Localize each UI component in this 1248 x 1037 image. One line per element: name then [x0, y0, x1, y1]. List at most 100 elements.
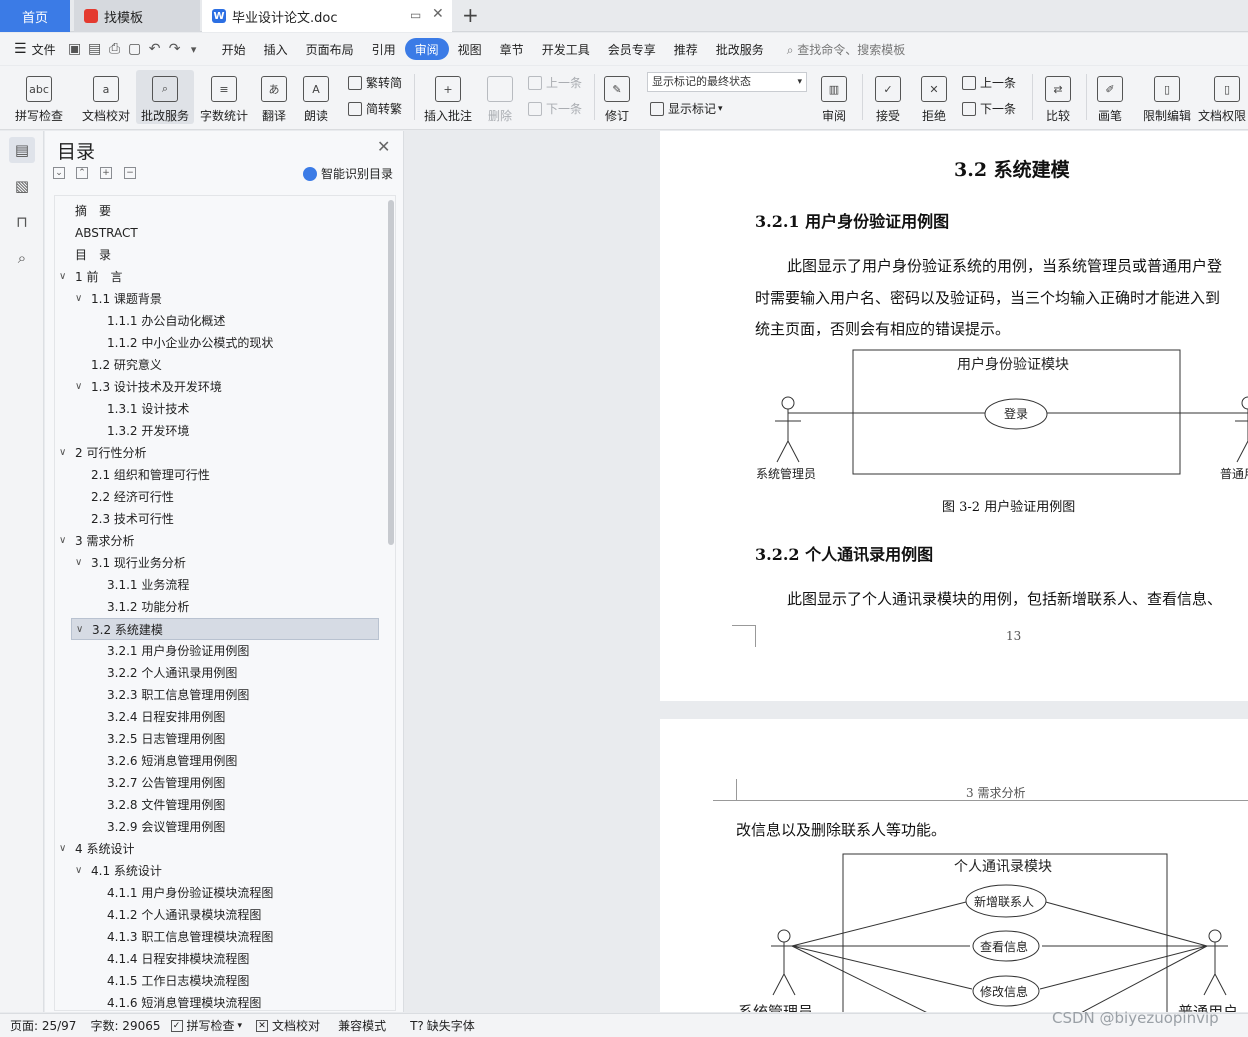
- preview-icon[interactable]: ▢: [125, 41, 145, 57]
- menu-item[interactable]: 审阅: [404, 38, 449, 60]
- toc-item[interactable]: 3.1.1 业务流程: [107, 574, 189, 596]
- menu-item[interactable]: 推荐: [665, 38, 707, 60]
- toc-panel-icon[interactable]: ▤: [9, 137, 35, 163]
- toc-item[interactable]: 1.3.2 开发环境: [107, 420, 189, 442]
- spell-check-toggle[interactable]: ✓ 拼写检查 ▾: [170, 1017, 242, 1034]
- toc-item[interactable]: 3.2.1 用户身份验证用例图: [107, 640, 249, 662]
- toc-item[interactable]: 4.1.6 短消息管理模块流程图: [107, 992, 261, 1012]
- toc-item[interactable]: 1.1.1 办公自动化概述: [107, 310, 225, 332]
- toc-item[interactable]: ∨ 3.2 系统建模: [71, 618, 379, 640]
- trad-to-simp-button[interactable]: 繁转简: [348, 74, 402, 91]
- search-icon[interactable]: ⌕: [9, 245, 35, 271]
- toc-item[interactable]: 4.1.4 日程安排模块流程图: [107, 948, 249, 970]
- toc-item[interactable]: 3.2.5 日志管理用例图: [107, 728, 225, 750]
- next-comment-button[interactable]: 下一条: [528, 100, 582, 117]
- next-change-button[interactable]: 下一条: [962, 100, 1016, 117]
- delete-comment-button[interactable]: 删除: [480, 70, 520, 124]
- page-indicator[interactable]: 页面: 25/97: [10, 1017, 76, 1034]
- chevron-down-icon[interactable]: ∨: [75, 288, 82, 310]
- toc-item[interactable]: 1.2 研究意义: [91, 354, 162, 376]
- quick-access-more-icon[interactable]: ▾: [185, 43, 203, 56]
- toc-item[interactable]: 4.1.5 工作日志模块流程图: [107, 970, 249, 992]
- restrict-edit-button[interactable]: ▯ 限制编辑: [1138, 70, 1196, 124]
- toc-item[interactable]: ∨ 4.1 系统设计: [75, 860, 162, 882]
- menu-item[interactable]: 视图: [449, 38, 491, 60]
- menu-item[interactable]: 批改服务: [707, 38, 773, 60]
- translate-button[interactable]: あ翻译: [256, 70, 292, 124]
- reject-button[interactable]: ✕ 拒绝: [914, 70, 954, 124]
- toc-item[interactable]: 4.1.1 用户身份验证模块流程图: [107, 882, 273, 904]
- menu-item[interactable]: 会员专享: [599, 38, 665, 60]
- word-count-indicator[interactable]: 字数: 29065: [90, 1017, 160, 1034]
- toc-item[interactable]: 4.1.3 职工信息管理模块流程图: [107, 926, 273, 948]
- menu-item[interactable]: 插入: [255, 38, 297, 60]
- chevron-down-icon[interactable]: ∨: [76, 619, 83, 641]
- review-pane-button[interactable]: ▥ 审阅: [814, 70, 854, 124]
- pin-icon[interactable]: ▭: [410, 8, 421, 22]
- toc-item[interactable]: 3.2.9 会议管理用例图: [107, 816, 225, 838]
- missing-font-button[interactable]: T? 缺失字体: [410, 1017, 475, 1034]
- smart-toc-button[interactable]: 智能识别目录: [303, 165, 393, 182]
- toc-item[interactable]: ABSTRACT: [75, 222, 138, 244]
- toc-item[interactable]: 1.3.1 设计技术: [107, 398, 189, 420]
- toc-item[interactable]: 3.2.2 个人通讯录用例图: [107, 662, 237, 684]
- doc-proof-status[interactable]: ✕ 文档校对: [256, 1017, 320, 1034]
- toc-item[interactable]: ∨ 2 可行性分析: [59, 442, 146, 464]
- track-changes-button[interactable]: ✎ 修订: [600, 70, 634, 124]
- pen-button[interactable]: ✐ 画笔: [1092, 70, 1128, 124]
- toc-item[interactable]: 3.2.8 文件管理用例图: [107, 794, 225, 816]
- chevron-down-icon[interactable]: ∨: [59, 442, 66, 464]
- chevron-down-icon[interactable]: ∨: [75, 552, 82, 574]
- toc-item[interactable]: 3.2.6 短消息管理用例图: [107, 750, 237, 772]
- toc-item[interactable]: 4.1.2 个人通讯录模块流程图: [107, 904, 261, 926]
- toc-item[interactable]: 摘 要: [75, 200, 111, 222]
- toc-item[interactable]: 2.3 技术可行性: [91, 508, 174, 530]
- expand-up-icon[interactable]: ⌃: [76, 167, 88, 179]
- undo-icon[interactable]: ↶: [145, 41, 165, 57]
- compare-button[interactable]: ⇄ 比较: [1038, 70, 1078, 124]
- toc-item[interactable]: 3.1.2 功能分析: [107, 596, 189, 618]
- collapse-all-icon[interactable]: ⌄: [53, 167, 65, 179]
- remove-heading-icon[interactable]: −: [124, 167, 136, 179]
- toc-item[interactable]: ∨ 4 系统设计: [59, 838, 134, 860]
- insert-comment-button[interactable]: + 插入批注: [420, 70, 476, 124]
- export-icon[interactable]: ▤: [85, 41, 105, 57]
- command-search[interactable]: ⌕ 查找命令、搜索模板: [787, 41, 906, 58]
- add-heading-icon[interactable]: +: [100, 167, 112, 179]
- doc-permission-button[interactable]: ▯ 文档权限: [1198, 70, 1248, 124]
- chapter-nav-icon[interactable]: ▧: [9, 173, 35, 199]
- toc-item[interactable]: 1.1.2 中小企业办公模式的现状: [107, 332, 273, 354]
- accept-button[interactable]: ✓ 接受: [868, 70, 908, 124]
- review-service-button[interactable]: ⌕ 批改服务: [136, 70, 194, 124]
- chevron-down-icon[interactable]: ∨: [59, 266, 66, 288]
- toc-item[interactable]: 2.1 组织和管理可行性: [91, 464, 210, 486]
- document-page[interactable]: 3.2 系统建模 3.2.1 用户身份验证用例图 此图显示了用户身份验证系统的用…: [660, 131, 1248, 701]
- toc-item[interactable]: ∨ 1.1 课题背景: [75, 288, 162, 310]
- toc-item[interactable]: 目 录: [75, 244, 111, 266]
- toc-scrollbar[interactable]: [388, 200, 394, 545]
- spell-check-button[interactable]: abc 拼写检查: [8, 70, 70, 124]
- redo-icon[interactable]: ↷: [165, 41, 185, 57]
- save-icon[interactable]: ▣: [65, 41, 85, 57]
- word-count-button[interactable]: ≡ 字数统计: [198, 70, 250, 124]
- close-tab-icon[interactable]: ✕: [432, 6, 444, 22]
- close-icon[interactable]: ✕: [377, 137, 390, 156]
- doc-proof-button[interactable]: a 文档校对: [78, 70, 134, 124]
- markup-state-select[interactable]: 显示标记的最终状态 ▾: [647, 72, 807, 92]
- prev-comment-button[interactable]: 上一条: [528, 74, 582, 91]
- show-markup-button[interactable]: 显示标记 ▾: [650, 100, 723, 117]
- toc-item[interactable]: ∨ 1.3 设计技术及开发环境: [75, 376, 222, 398]
- simp-to-trad-button[interactable]: 简转繁: [348, 100, 402, 117]
- read-aloud-button[interactable]: A 朗读: [298, 70, 334, 124]
- toc-item[interactable]: ∨ 1 前 言: [59, 266, 122, 288]
- chevron-down-icon[interactable]: ∨: [75, 376, 82, 398]
- menu-item[interactable]: 开发工具: [533, 38, 599, 60]
- menu-item[interactable]: 章节: [491, 38, 533, 60]
- menu-item[interactable]: 开始: [213, 38, 255, 60]
- new-tab-icon[interactable]: +: [462, 3, 479, 27]
- chevron-down-icon[interactable]: ∨: [59, 530, 66, 552]
- menu-item[interactable]: 引用: [363, 38, 405, 60]
- toc-item[interactable]: ∨ 3 需求分析: [59, 530, 134, 552]
- tab-home[interactable]: 首页: [0, 0, 70, 32]
- bookmark-icon[interactable]: ⊓: [9, 209, 35, 235]
